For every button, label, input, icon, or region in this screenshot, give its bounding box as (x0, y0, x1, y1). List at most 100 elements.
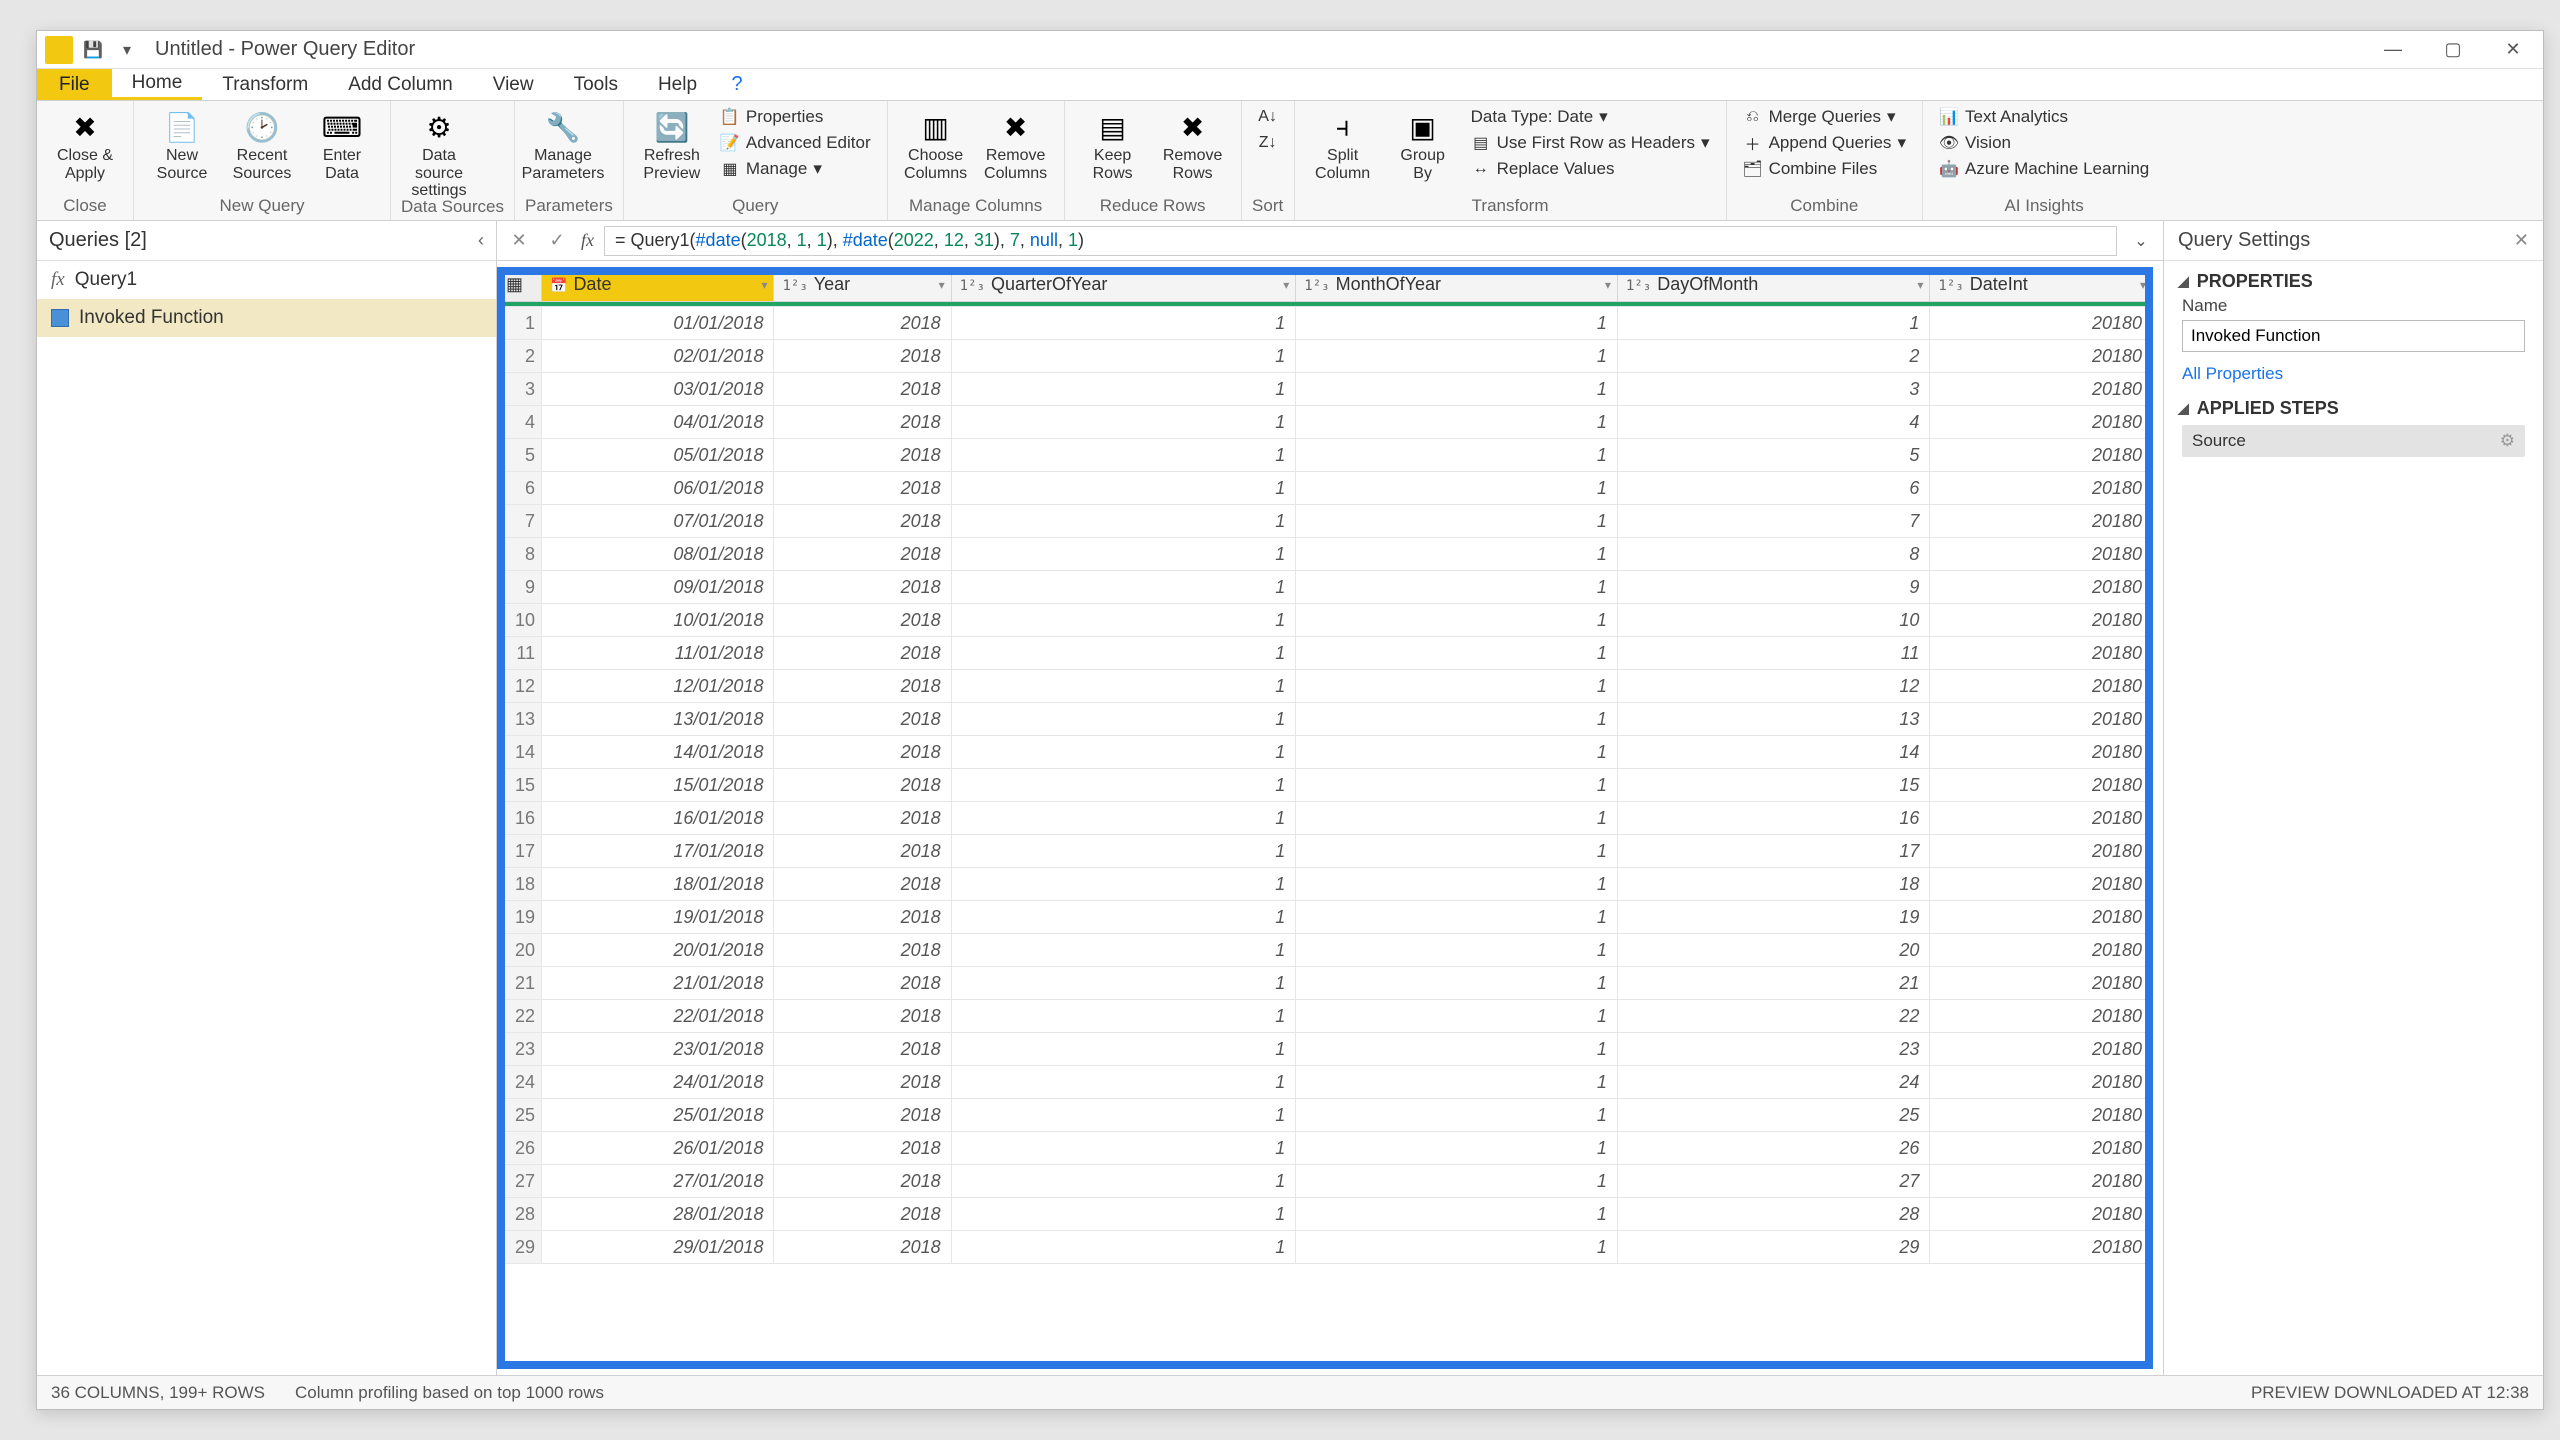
cell[interactable]: 20180 (1930, 1132, 2153, 1165)
cell[interactable]: 1 (951, 439, 1296, 472)
column-header-date[interactable]: 📅Date▾ (542, 268, 774, 302)
applied-step[interactable]: Source⚙ (2182, 425, 2525, 457)
cell[interactable]: 1 (1296, 538, 1618, 571)
cell[interactable]: 1 (951, 1033, 1296, 1066)
row-number-cell[interactable]: 2 (498, 340, 542, 373)
cell[interactable]: 1 (951, 406, 1296, 439)
cell[interactable]: 18/01/2018 (542, 868, 774, 901)
row-number-cell[interactable]: 12 (498, 670, 542, 703)
cell[interactable]: 2018 (774, 835, 951, 868)
cell[interactable]: 17/01/2018 (542, 835, 774, 868)
cell[interactable]: 13/01/2018 (542, 703, 774, 736)
table-row[interactable]: 1111/01/20182018111120180 (498, 637, 2153, 670)
cell[interactable]: 20 (1617, 934, 1930, 967)
cell[interactable]: 2018 (774, 901, 951, 934)
cell[interactable]: 13 (1617, 703, 1930, 736)
table-row[interactable]: 1515/01/20182018111520180 (498, 769, 2153, 802)
cell[interactable]: 29 (1617, 1231, 1930, 1264)
table-row[interactable]: 303/01/2018201811320180 (498, 373, 2153, 406)
table-row[interactable]: 505/01/2018201811520180 (498, 439, 2153, 472)
table-row[interactable]: 1919/01/20182018111920180 (498, 901, 2153, 934)
cell[interactable]: 1 (951, 1231, 1296, 1264)
recent-sources-button[interactable]: 🕑Recent Sources (224, 105, 300, 186)
cell[interactable]: 20180 (1930, 538, 2153, 571)
cell[interactable]: 4 (1617, 406, 1930, 439)
row-number-cell[interactable]: 6 (498, 472, 542, 505)
cell[interactable]: 20180 (1930, 472, 2153, 505)
row-number-cell[interactable]: 9 (498, 571, 542, 604)
combine-files-button[interactable]: 🗂Combine Files (1737, 157, 1912, 181)
query-item[interactable]: fxQuery1 (37, 261, 496, 299)
cell[interactable]: 1 (951, 703, 1296, 736)
cell[interactable]: 1 (1296, 1165, 1618, 1198)
save-icon[interactable]: 💾 (79, 36, 107, 64)
cell[interactable]: 1 (1296, 637, 1618, 670)
formula-accept-icon[interactable]: ✓ (543, 227, 571, 255)
cell[interactable]: 20180 (1930, 307, 2153, 340)
cell[interactable]: 20180 (1930, 1231, 2153, 1264)
column-header-dayofmonth[interactable]: 1²₃DayOfMonth▾ (1617, 268, 1930, 302)
keep-rows-button[interactable]: ▤Keep Rows (1075, 105, 1151, 186)
cell[interactable]: 18 (1617, 868, 1930, 901)
cell[interactable]: 21 (1617, 967, 1930, 1000)
close-window-button[interactable]: ✕ (2483, 31, 2543, 69)
cell[interactable]: 1 (1296, 868, 1618, 901)
collapse-queries-icon[interactable]: ‹ (478, 230, 484, 251)
cell[interactable]: 20180 (1930, 967, 2153, 1000)
row-number-cell[interactable]: 14 (498, 736, 542, 769)
row-number-cell[interactable]: 3 (498, 373, 542, 406)
cell[interactable]: 16/01/2018 (542, 802, 774, 835)
cell[interactable]: 1 (951, 1198, 1296, 1231)
cell[interactable]: 20180 (1930, 1198, 2153, 1231)
tab-home[interactable]: Home (112, 69, 203, 100)
cell[interactable]: 17 (1617, 835, 1930, 868)
cell[interactable]: 2018 (774, 538, 951, 571)
cell[interactable]: 25 (1617, 1099, 1930, 1132)
cell[interactable]: 12/01/2018 (542, 670, 774, 703)
cell[interactable]: 1 (1296, 901, 1618, 934)
cell[interactable]: 20180 (1930, 571, 2153, 604)
cell[interactable]: 1 (1296, 472, 1618, 505)
cell[interactable]: 05/01/2018 (542, 439, 774, 472)
table-row[interactable]: 1212/01/20182018111220180 (498, 670, 2153, 703)
cell[interactable]: 2018 (774, 1198, 951, 1231)
cell[interactable]: 12 (1617, 670, 1930, 703)
cell[interactable]: 1 (1296, 340, 1618, 373)
row-number-cell[interactable]: 7 (498, 505, 542, 538)
vision-button[interactable]: 👁Vision (1933, 131, 2155, 155)
cell[interactable]: 2018 (774, 736, 951, 769)
column-filter-icon[interactable]: ▾ (1605, 278, 1611, 292)
cell[interactable]: 6 (1617, 472, 1930, 505)
cell[interactable]: 1 (951, 637, 1296, 670)
cell[interactable]: 10/01/2018 (542, 604, 774, 637)
row-number-cell[interactable]: 17 (498, 835, 542, 868)
applied-steps-section[interactable]: ◢APPLIED STEPS (2164, 388, 2543, 423)
cell[interactable]: 07/01/2018 (542, 505, 774, 538)
replace-values-button[interactable]: ↔Replace Values (1465, 157, 1716, 181)
enter-data-button[interactable]: ⌨Enter Data (304, 105, 380, 186)
cell[interactable]: 1 (1296, 1066, 1618, 1099)
table-row[interactable]: 808/01/2018201811820180 (498, 538, 2153, 571)
cell[interactable]: 1 (951, 1066, 1296, 1099)
cell[interactable]: 11 (1617, 637, 1930, 670)
cell[interactable]: 20180 (1930, 736, 2153, 769)
tab-tools[interactable]: Tools (554, 69, 638, 100)
cell[interactable]: 2018 (774, 571, 951, 604)
cell[interactable]: 01/01/2018 (542, 307, 774, 340)
row-number-cell[interactable]: 23 (498, 1033, 542, 1066)
row-number-cell[interactable]: 21 (498, 967, 542, 1000)
table-row[interactable]: 2929/01/20182018112920180 (498, 1231, 2153, 1264)
cell[interactable]: 03/01/2018 (542, 373, 774, 406)
tab-add-column[interactable]: Add Column (328, 69, 473, 100)
refresh-preview-button[interactable]: 🔄Refresh Preview (634, 105, 710, 186)
column-filter-icon[interactable]: ▾ (2140, 278, 2146, 292)
cell[interactable]: 1 (951, 538, 1296, 571)
cell[interactable]: 20180 (1930, 703, 2153, 736)
cell[interactable]: 1 (951, 769, 1296, 802)
cell[interactable]: 29/01/2018 (542, 1231, 774, 1264)
tab-view[interactable]: View (473, 69, 554, 100)
column-filter-icon[interactable]: ▾ (761, 278, 767, 292)
table-row[interactable]: 2424/01/20182018112420180 (498, 1066, 2153, 1099)
cell[interactable]: 21/01/2018 (542, 967, 774, 1000)
table-row[interactable]: 2727/01/20182018112720180 (498, 1165, 2153, 1198)
